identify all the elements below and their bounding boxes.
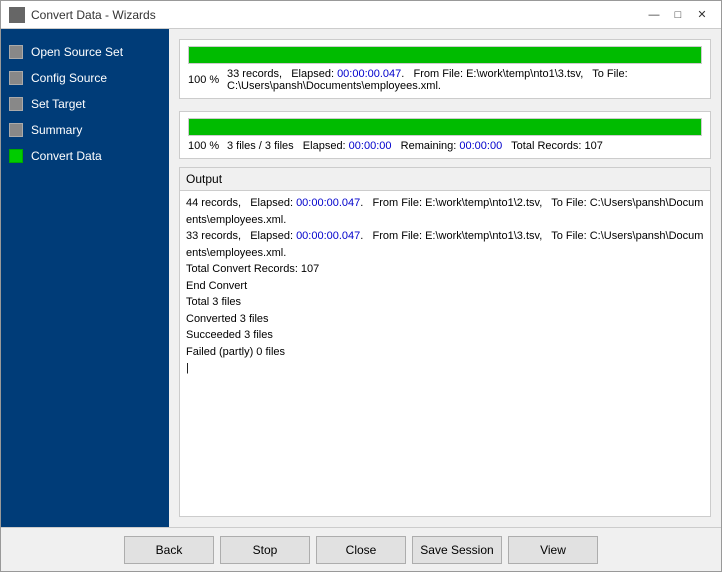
- progress-bar-container-1: [188, 46, 702, 64]
- output-section: Output 44 records, Elapsed: 00:00:00.047…: [179, 167, 711, 517]
- view-button[interactable]: View: [508, 536, 598, 564]
- elapsed-1: 00:00:00.047: [337, 68, 401, 80]
- output-line-6: Succeeded 3 files: [186, 327, 704, 344]
- close-dialog-button[interactable]: Close: [316, 536, 406, 564]
- output-line-3: End Convert: [186, 278, 704, 295]
- progress-info-1: 100 % 33 records, Elapsed: 00:00:00.047.…: [188, 68, 702, 92]
- maximize-button[interactable]: □: [667, 6, 689, 24]
- sidebar-item-convert-data[interactable]: Convert Data: [1, 143, 169, 169]
- sidebar-item-config-source[interactable]: Config Source: [1, 65, 169, 91]
- content-area: Open Source Set Config Source Set Target…: [1, 29, 721, 527]
- stop-button[interactable]: Stop: [220, 536, 310, 564]
- progress-section-2: 100 % 3 files / 3 files Elapsed: 00:00:0…: [179, 111, 711, 159]
- output-cursor: |: [186, 360, 704, 377]
- progress-bar-container-2: [188, 118, 702, 136]
- titlebar-title: Convert Data - Wizards: [31, 8, 156, 22]
- output-line-0: 44 records, Elapsed: 00:00:00.047. From …: [186, 195, 704, 228]
- output-line-1: 33 records, Elapsed: 00:00:00.047. From …: [186, 228, 704, 261]
- app-icon: [9, 7, 25, 23]
- titlebar-left: Convert Data - Wizards: [9, 7, 156, 23]
- save-session-button[interactable]: Save Session: [412, 536, 502, 564]
- progress-bar-1: [189, 47, 701, 63]
- output-label: Output: [180, 168, 710, 191]
- remaining-2: 00:00:00: [459, 140, 502, 152]
- summary-icon: [9, 123, 23, 137]
- sidebar-item-set-target[interactable]: Set Target: [1, 91, 169, 117]
- back-button[interactable]: Back: [124, 536, 214, 564]
- footer: Back Stop Close Save Session View: [1, 527, 721, 571]
- progress-detail-2: 3 files / 3 files Elapsed: 00:00:00 Rema…: [227, 140, 603, 152]
- sidebar-label-convert-data: Convert Data: [31, 149, 102, 163]
- sidebar-item-open-source-set[interactable]: Open Source Set: [1, 39, 169, 65]
- progress-percent-1: 100 %: [188, 74, 223, 86]
- output-line-4: Total 3 files: [186, 294, 704, 311]
- sidebar-item-summary[interactable]: Summary: [1, 117, 169, 143]
- output-content[interactable]: 44 records, Elapsed: 00:00:00.047. From …: [180, 191, 710, 516]
- config-source-icon: [9, 71, 23, 85]
- sidebar-label-summary: Summary: [31, 123, 82, 137]
- titlebar: Convert Data - Wizards — □ ✕: [1, 1, 721, 29]
- set-target-icon: [9, 97, 23, 111]
- minimize-button[interactable]: —: [643, 6, 665, 24]
- main-content: 100 % 33 records, Elapsed: 00:00:00.047.…: [169, 29, 721, 527]
- close-button[interactable]: ✕: [691, 6, 713, 24]
- progress-bar-2: [189, 119, 701, 135]
- titlebar-controls: — □ ✕: [643, 6, 713, 24]
- output-line-7: Failed (partly) 0 files: [186, 344, 704, 361]
- output-line-5: Converted 3 files: [186, 311, 704, 328]
- open-source-set-icon: [9, 45, 23, 59]
- output-line-2: Total Convert Records: 107: [186, 261, 704, 278]
- sidebar: Open Source Set Config Source Set Target…: [1, 29, 169, 527]
- elapsed-2: 00:00:00: [349, 140, 392, 152]
- progress-detail-1: 33 records, Elapsed: 00:00:00.047. From …: [227, 68, 702, 92]
- main-window: Convert Data - Wizards — □ ✕ Open Source…: [0, 0, 722, 572]
- sidebar-label-open-source-set: Open Source Set: [31, 45, 123, 59]
- progress-percent-2: 100 %: [188, 140, 223, 152]
- sidebar-label-set-target: Set Target: [31, 97, 85, 111]
- progress-section-1: 100 % 33 records, Elapsed: 00:00:00.047.…: [179, 39, 711, 99]
- progress-info-2: 100 % 3 files / 3 files Elapsed: 00:00:0…: [188, 140, 702, 152]
- convert-data-icon: [9, 149, 23, 163]
- sidebar-label-config-source: Config Source: [31, 71, 107, 85]
